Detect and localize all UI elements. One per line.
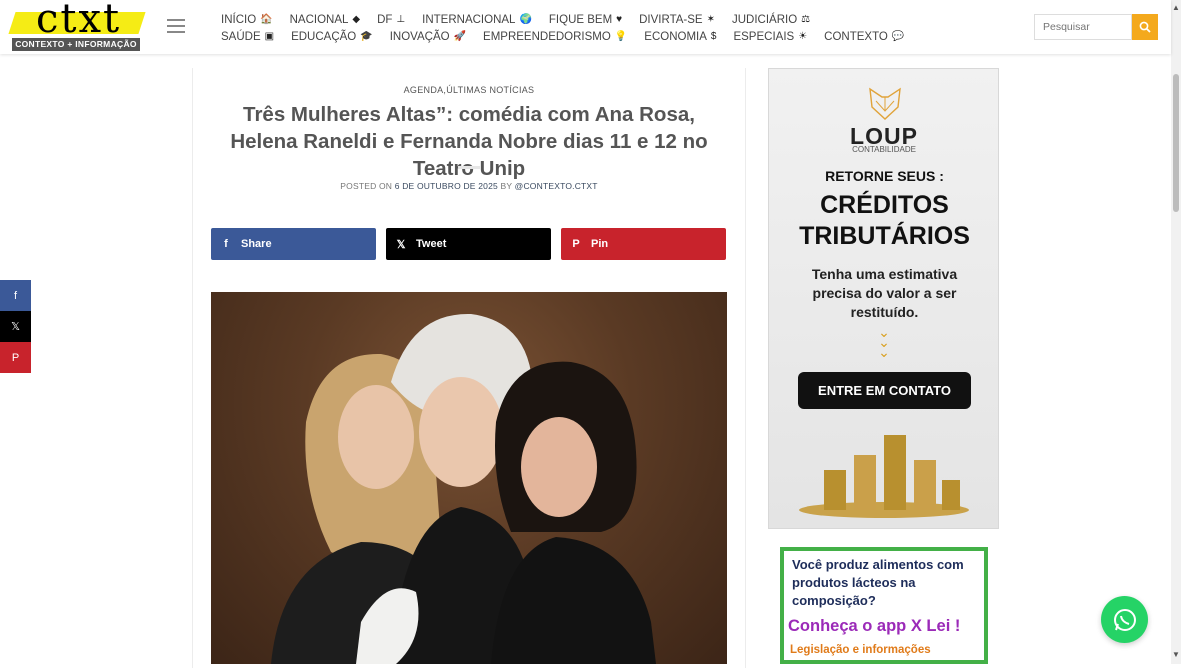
chevrons-down-icon: ⌄ ⌄ ⌄ [878,324,890,360]
nav-item-icon: ♥ [616,14,623,25]
nav-item-label: EMPREENDEDORISMO [483,30,611,43]
main-nav: INÍCIO 🏠 NACIONAL ◆ DF ⊥ INTERNACIONAL 🌍 FIQUE B… [221,11,1021,45]
twitter-share-label: Tweet [416,238,447,250]
search-button[interactable] [1132,14,1158,40]
author-link[interactable]: @CONTEXTO.CTXT [515,181,598,191]
twitter-share-button[interactable]: 𝕏 Tweet [386,228,551,260]
nav-item-icon: ✶ [706,14,715,25]
pinterest-icon: P [572,238,580,250]
article-meta: POSTED ON 6 DE OUTUBRO DE 2025 BY @CONTE… [192,181,746,191]
whatsapp-chat-button[interactable] [1101,596,1148,643]
search-form [1034,14,1158,40]
nav-item-fique-bem[interactable]: FIQUE BEM ♥ [549,14,622,26]
nav-item-label: CONTEXTO [824,30,888,43]
nav-item-label: INÍCIO [221,13,257,26]
wolf-logo-icon [869,87,901,120]
nav-item-empreendedorismo[interactable]: EMPREENDEDORISMO 💡 [483,31,627,43]
logo-text: ctxt [36,0,122,42]
nav-item-icon: 💬 [891,31,905,42]
nav-item-icon: 🚀 [453,31,467,42]
nav-item-sa-de[interactable]: SAÚDE ▣ [221,31,274,43]
sidebar-ad-xlei[interactable]: Você produz alimentos com produtos lácte… [780,547,988,664]
floating-facebook-icon[interactable]: f [0,280,31,311]
facebook-icon: f [224,238,228,250]
nav-item-inova-o[interactable]: INOVAÇÃO 🚀 [390,31,466,43]
search-icon [1139,21,1151,33]
nav-item-label: DF [377,13,393,26]
scroll-up-arrow-icon[interactable]: ▲ [1172,3,1180,12]
facebook-share-label: Share [241,238,272,250]
whatsapp-icon [1113,608,1136,631]
pinterest-share-label: Pin [591,238,609,250]
ad2-subtitle: Legislação e informações [790,644,931,656]
ad-headline-small: RETORNE SEUS : [825,168,944,184]
nav-item-contexto[interactable]: CONTEXTO 💬 [824,31,904,43]
facebook-share-button[interactable]: f Share [211,228,376,260]
floating-x-icon[interactable]: 𝕏 [0,311,31,342]
nav-item-icon: ⊥ [396,14,406,25]
ad-body: Tenha uma estimativa precisa do valor a … [811,266,958,320]
nav-item-label: INTERNACIONAL [422,13,516,26]
nav-item-nacional[interactable]: NACIONAL ◆ [290,14,361,26]
pinterest-share-button[interactable]: P Pin [561,228,726,260]
title-divider [458,166,480,169]
nav-item-icon: ▣ [264,31,275,42]
nav-item-label: FIQUE BEM [548,13,613,26]
ad-brand-sub: CONTABILIDADE [852,145,916,154]
nav-item-icon: 🏠 [260,14,273,25]
nav-item-label: NACIONAL [289,13,349,26]
nav-item-icon: $ [710,31,717,42]
site-logo[interactable]: ctxt CONTEXTO + INFORMAÇÃO [8,0,146,51]
nav-item-df[interactable]: DF ⊥ [377,14,405,26]
nav-item-label: INOVAÇÃO [389,30,450,43]
menu-icon[interactable] [167,19,185,33]
article-categories[interactable]: AGENDA,ÚLTIMAS NOTÍCIAS [192,85,746,95]
nav-item-especiais[interactable]: ESPECIAIS ☀ [733,31,807,43]
nav-item-educa-o[interactable]: EDUCAÇÃO 🎓 [291,31,373,43]
search-input[interactable] [1034,14,1132,40]
nav-item-icon: ⚖ [801,14,811,25]
coin-stacks-icon [799,435,969,518]
nav-item-internacional[interactable]: INTERNACIONAL 🌍 [422,14,532,26]
nav-item-label: JUDICIÁRIO [731,13,798,26]
ad2-question: Você produz alimentos com produtos lácte… [792,557,964,608]
site-header: ctxt CONTEXTO + INFORMAÇÃO INÍCIO 🏠 NACION… [0,0,1171,54]
article-title: Três Mulheres Altas”: comédia com Ana Ro… [230,103,708,180]
ad2-app-title: Conheça o app X Lei ! [788,617,961,635]
nav-item-divirta-se[interactable]: DIVIRTA-SE ✶ [639,14,715,26]
nav-item-economia[interactable]: ECONOMIA $ [644,31,716,43]
floating-pinterest-icon[interactable]: P [0,342,31,373]
page-scrollbar[interactable]: ▲ ▼ [1171,0,1181,664]
nav-item-icon: 💡 [614,31,628,42]
nav-item-label: SAÚDE [221,30,261,43]
nav-item-judici-rio[interactable]: JUDICIÁRIO ⚖ [732,14,810,26]
posted-on-label: POSTED ON [340,181,393,191]
floating-share-bar: f 𝕏 P [0,280,31,373]
nav-item-label: DIVIRTA-SE [639,13,703,26]
nav-item-label: ECONOMIA [644,30,707,43]
scroll-down-arrow-icon[interactable]: ▼ [1172,650,1180,659]
nav-item-label: ESPECIAIS [733,30,795,43]
nav-item-icon: ◆ [352,14,361,25]
nav-item-icon: 🌍 [519,14,532,25]
nav-item-icon: 🎓 [360,31,373,42]
ad-headline-large: CRÉDITOS TRIBUTÁRIOS [799,191,970,250]
ad-contact-button[interactable]: ENTRE EM CONTATO [798,372,971,409]
x-icon: 𝕏 [396,238,406,251]
share-buttons: f Share 𝕏 Tweet P Pin [211,228,727,260]
article-featured-image [211,292,727,664]
sidebar-ad-loup[interactable]: LOUP CONTABILIDADE RETORNE SEUS : CRÉDIT… [768,68,999,529]
nav-item-icon: ☀ [798,31,808,42]
nav-item-label: EDUCAÇÃO [291,30,357,43]
nav-row-secondary: SAÚDE ▣ EDUCAÇÃO 🎓 INOVAÇÃO 🚀 EMPREENDEDORISMO… [221,28,1021,45]
logo-tagline: CONTEXTO + INFORMAÇÃO [12,38,140,51]
nav-item-in-cio[interactable]: INÍCIO 🏠 [221,14,273,26]
scrollbar-thumb[interactable] [1173,74,1179,212]
by-label: BY [500,181,513,191]
nav-row-primary: INÍCIO 🏠 NACIONAL ◆ DF ⊥ INTERNACIONAL 🌍 FIQUE B… [221,11,1021,28]
post-date-link[interactable]: 6 DE OUTUBRO DE 2025 [395,181,498,191]
